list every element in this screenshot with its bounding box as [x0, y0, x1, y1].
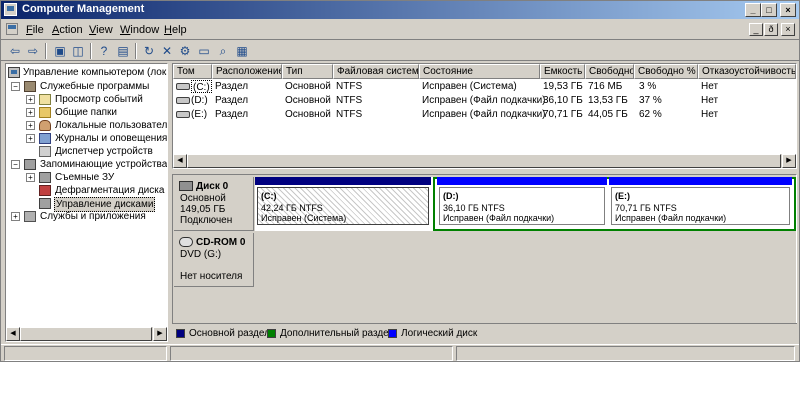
column-header-free[interactable]: Свободно [585, 64, 634, 79]
drive-icon [176, 83, 190, 90]
up-folder-icon[interactable]: ▣ [52, 43, 68, 59]
collapse-icon[interactable]: − [11, 82, 20, 91]
expand-icon[interactable]: + [26, 134, 35, 143]
menu-view[interactable]: View [89, 24, 113, 36]
volume-list-horizontal-scrollbar[interactable]: ◀ ▶ [173, 154, 796, 168]
logical-drive-bar [437, 177, 607, 185]
event-viewer-icon [39, 94, 51, 105]
legend: Основной раздел Дополнительный раздел Ло… [172, 323, 797, 342]
menu-help[interactable]: Help [164, 24, 187, 36]
cdrom-0-label[interactable]: CD-ROM 0 DVD (G:) Нет носителя [174, 233, 254, 287]
toolbar-separator [135, 43, 137, 59]
scroll-thumb[interactable] [20, 327, 152, 341]
disk-management-icon [39, 198, 51, 209]
cdrom-icon [179, 237, 193, 247]
console-tree[interactable]: Управление компьютером (локаль − Служебн… [5, 63, 168, 342]
storage-icon [24, 159, 36, 170]
help-icon[interactable]: ? [96, 43, 112, 59]
minimize-button[interactable]: _ [745, 3, 761, 17]
expand-icon[interactable]: + [11, 212, 20, 221]
refresh-icon[interactable]: ↻ [141, 43, 157, 59]
show-hide-tree-icon[interactable]: ◫ [70, 43, 86, 59]
scroll-right-icon[interactable]: ▶ [782, 154, 796, 168]
title-bar[interactable]: Computer Management _ □ × [1, 1, 799, 19]
toolbar: ⇦ ⇨ ▣ ◫ ? ▤ ↻ ✕ ⚙ ▭ ⌕ ▦ [1, 41, 799, 61]
close-button[interactable]: × [780, 3, 796, 17]
primary-partition-swatch [176, 329, 185, 338]
toolbar-separator [90, 43, 92, 59]
menu-bar: File Action View Window Help _ ð × [1, 20, 799, 40]
primary-partition-bar [255, 177, 431, 185]
back-icon[interactable]: ⇦ [7, 43, 23, 59]
logical-drive-swatch [388, 329, 397, 338]
properties-icon[interactable]: ▤ [115, 43, 131, 59]
computer-management-window: Computer Management _ □ × File Action Vi… [0, 0, 800, 362]
expand-icon[interactable]: + [26, 95, 35, 104]
expand-icon[interactable]: + [26, 108, 35, 117]
column-header-type[interactable]: Тип [282, 64, 333, 79]
window-title: Computer Management [22, 3, 145, 15]
mdi-minimize-button[interactable]: _ [749, 23, 763, 36]
partition-d[interactable]: (D:) 36,10 ГБ NTFS Исправен (Файл подкач… [437, 177, 607, 227]
cdrom-0-area [255, 233, 796, 287]
forward-icon[interactable]: ⇨ [25, 43, 41, 59]
expand-icon[interactable]: + [26, 121, 35, 130]
expand-icon[interactable]: + [26, 173, 35, 182]
column-header-status[interactable]: Состояние [419, 64, 540, 79]
drive-icon [176, 97, 190, 104]
status-bar [1, 344, 799, 361]
column-header-layout[interactable]: Расположение [212, 64, 282, 79]
scroll-thumb[interactable] [187, 154, 781, 168]
column-header-free-percent[interactable]: Свободно % [634, 64, 698, 79]
open-folder-icon[interactable]: ▭ [196, 43, 212, 59]
settings-icon[interactable]: ⚙ [177, 43, 193, 59]
disk-0-label[interactable]: Диск 0 Основной 149,05 ГБ Подключен [174, 177, 254, 231]
scroll-left-icon[interactable]: ◀ [6, 327, 20, 341]
partition-c[interactable]: (C:) 42,24 ГБ NTFS Исправен (Система) [255, 177, 431, 227]
column-header-filesystem[interactable]: Файловая система [333, 64, 419, 79]
shared-folder-icon [39, 107, 51, 118]
status-cell [4, 346, 167, 361]
scroll-left-icon[interactable]: ◀ [173, 154, 187, 168]
menu-file[interactable]: File [26, 24, 44, 36]
mdi-restore-button[interactable]: ð [764, 23, 778, 36]
export-icon[interactable]: ▦ [234, 43, 250, 59]
column-header-fault-tolerance[interactable]: Отказоустойчивость [698, 64, 796, 79]
logs-icon [39, 133, 51, 144]
scroll-right-icon[interactable]: ▶ [153, 327, 167, 341]
defrag-icon [39, 185, 51, 196]
removable-storage-icon [39, 172, 51, 183]
status-cell [170, 346, 453, 361]
users-icon [39, 120, 51, 131]
collapse-icon[interactable]: − [11, 160, 20, 169]
mdi-close-button[interactable]: × [781, 23, 795, 36]
device-manager-icon [39, 146, 51, 157]
services-icon [24, 211, 36, 222]
tool-icon [24, 81, 36, 92]
hard-disk-icon [179, 181, 193, 191]
computer-management-icon [4, 3, 17, 16]
tree-horizontal-scrollbar[interactable]: ◀ ▶ [6, 327, 167, 341]
volume-list[interactable]: Том Расположение Тип Файловая система Со… [172, 63, 797, 169]
document-icon[interactable] [6, 23, 18, 35]
column-header-volume[interactable]: Том [173, 64, 212, 79]
partition-e[interactable]: (E:) 70,71 ГБ NTFS Исправен (Файл подкач… [609, 177, 792, 227]
drive-icon [176, 111, 190, 118]
maximize-button[interactable]: □ [761, 3, 777, 17]
column-header-capacity[interactable]: Емкость [540, 64, 585, 79]
search-icon[interactable]: ⌕ [215, 43, 231, 59]
toolbar-separator [45, 43, 47, 59]
disk-0-partition-area: (C:) 42,24 ГБ NTFS Исправен (Система) (D… [255, 177, 796, 231]
logical-drive-bar [609, 177, 792, 185]
status-cell [456, 346, 795, 361]
menu-window[interactable]: Window [120, 24, 159, 36]
delete-icon[interactable]: ✕ [159, 43, 175, 59]
disk-graphical-view[interactable]: Диск 0 Основной 149,05 ГБ Подключен (C:)… [172, 174, 797, 342]
menu-action[interactable]: Action [52, 24, 83, 36]
computer-icon [8, 67, 20, 78]
extended-partition-swatch [267, 329, 276, 338]
